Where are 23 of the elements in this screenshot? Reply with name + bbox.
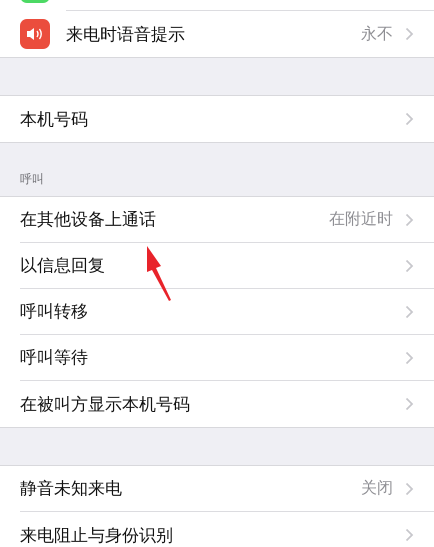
chevron-icon [405, 350, 414, 364]
row-label: 以信息回复 [20, 255, 105, 277]
row-value: 永不 [361, 24, 393, 44]
chevron-icon [405, 212, 414, 226]
row-label: 静音未知来电 [20, 478, 122, 500]
row-label: 在其他设备上通话 [20, 209, 156, 231]
chevron-icon [405, 482, 414, 496]
row-label: 呼叫等待 [20, 347, 88, 369]
row-label: 呼叫转移 [20, 301, 88, 323]
chevron-icon [405, 304, 414, 318]
section-header: 呼叫 [19, 171, 44, 188]
chevron-icon [405, 27, 414, 41]
row-value: 在附近时 [329, 209, 393, 230]
chevron-icon [405, 112, 414, 126]
speaker-icon [25, 26, 45, 42]
chevron-icon [405, 397, 414, 411]
row-label: 来电时语音提示 [66, 24, 185, 46]
chevron-icon [405, 528, 414, 542]
row-value: 关闭 [361, 478, 393, 499]
row-label: 来电阻止与身份识别 [20, 524, 173, 546]
chevron-icon [405, 258, 414, 272]
row-label: 在被叫方显示本机号码 [20, 394, 190, 416]
row-label: 本机号码 [20, 108, 88, 130]
